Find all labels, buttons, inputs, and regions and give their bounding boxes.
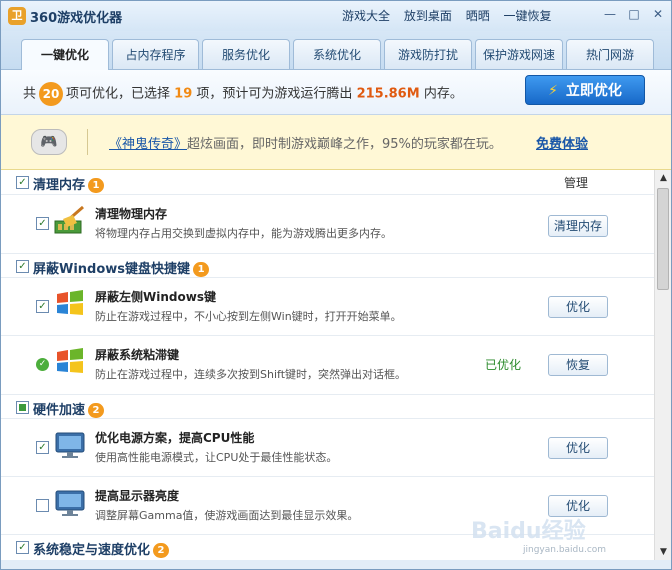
ad-text: 《神鬼传奇》超炫画面，即时制游戏巅峰之作，95%的玩家都在玩。	[109, 133, 502, 152]
section-title: 清理内存	[33, 178, 86, 193]
section-block-windows-keys: ✓ 屏蔽Windows键盘快捷键 1	[1, 253, 654, 278]
section-title: 屏蔽Windows键盘快捷键	[33, 262, 191, 277]
total-count-badge: 20	[39, 82, 64, 106]
monitor-icon	[55, 490, 85, 516]
summary-mid2: 项，预计可为游戏运行腾出	[196, 86, 353, 102]
item-title: 优化电源方案，提高CPU性能	[95, 431, 255, 445]
section-count-badge: 2	[153, 543, 170, 558]
main-window: 卫 360游戏优化器 游戏大全 放到桌面 晒晒 一键恢复 — □ ✕ 一键优化 …	[0, 0, 672, 570]
summary-suffix: 内存。	[423, 86, 463, 102]
ad-divider	[87, 129, 88, 155]
item-title: 屏蔽系统粘滞键	[95, 348, 180, 362]
link-share[interactable]: 晒晒	[466, 7, 490, 24]
section-count-badge: 1	[193, 262, 210, 277]
manage-header: 管理	[564, 176, 589, 190]
item-title: 清理物理内存	[95, 207, 168, 221]
app-title: 360游戏优化器	[30, 11, 123, 26]
item-description: 防止在游戏过程中，连续多次按到Shift键时，突然弹出对话框。	[95, 368, 407, 381]
link-game-list[interactable]: 游戏大全	[342, 7, 390, 24]
top-links: 游戏大全 放到桌面 晒晒 一键恢复	[342, 7, 562, 24]
ad-game-link[interactable]: 《神鬼传奇》	[109, 137, 187, 152]
item-checkbox[interactable]: ✓	[36, 441, 49, 454]
section-checkbox[interactable]: ✓	[16, 176, 29, 189]
section-hardware-acceleration: 硬件加速 2	[1, 394, 654, 419]
optimize-button[interactable]: 优化	[548, 296, 608, 318]
tab-protect-network[interactable]: 保护游戏网速	[475, 39, 563, 69]
watermark-url: jingyan.baidu.com	[523, 545, 607, 555]
tab-one-click-optimize[interactable]: 一键优化	[21, 39, 109, 70]
list-item: ✓ 优化电源方案，提高CPU性能 使用高性能电源模式，让CPU处于最佳性能状态。…	[1, 418, 654, 477]
windows-logo-icon	[57, 290, 83, 315]
section-title: 硬件加速	[33, 403, 86, 418]
clean-memory-button[interactable]: 清理内存	[548, 215, 608, 237]
tab-no-disturb[interactable]: 游戏防打扰	[384, 39, 472, 69]
section-checkbox[interactable]: ✓	[16, 541, 29, 554]
item-checkbox[interactable]: ✓	[36, 300, 49, 313]
summary-prefix: 共	[23, 86, 37, 102]
summary-mid1: 项可优化，已选择	[66, 86, 171, 102]
section-checkbox[interactable]	[16, 401, 29, 414]
section-count-badge: 2	[88, 403, 105, 418]
optimize-now-button[interactable]: ⚡ 立即优化	[525, 75, 645, 105]
optimize-list: ✓ 清理内存 1 管理 ✓ 清理物理内存 将物理内存占用交换到虚拟内存中，能为游戏…	[1, 170, 654, 560]
app-logo-icon: 卫	[8, 7, 26, 25]
optimize-button[interactable]: 优化	[548, 437, 608, 459]
free-trial-link[interactable]: 免费体验	[536, 133, 588, 152]
link-one-click-restore[interactable]: 一键恢复	[504, 7, 552, 24]
section-title: 系统稳定与速度优化	[33, 543, 151, 558]
monitor-icon	[55, 432, 85, 458]
scroll-up-arrow-icon[interactable]: ▲	[655, 170, 671, 186]
maximize-button[interactable]: □	[623, 5, 645, 23]
item-title: 提高显示器亮度	[95, 489, 180, 503]
restore-button[interactable]: 恢复	[548, 354, 608, 376]
list-item: ✓ 清理物理内存 将物理内存占用交换到虚拟内存中，能为游戏腾出更多内存。 清理内…	[1, 194, 654, 253]
scroll-thumb[interactable]	[657, 188, 669, 290]
tab-bar: 一键优化 占内存程序 服务优化 系统优化 游戏防打扰 保护游戏网速 热门网游	[1, 31, 671, 70]
lightning-icon: ⚡	[548, 83, 558, 99]
close-button[interactable]: ✕	[647, 5, 669, 23]
section-count-badge: 1	[88, 178, 105, 193]
item-description: 将物理内存占用交换到虚拟内存中，能为游戏腾出更多内存。	[95, 227, 392, 240]
item-title: 屏蔽左侧Windows键	[95, 290, 216, 304]
link-put-on-desktop[interactable]: 放到桌面	[404, 7, 452, 24]
item-description: 防止在游戏过程中，不小心按到左侧Win键时，打开开始菜单。	[95, 310, 402, 323]
item-description: 调整屏幕Gamma值，使游戏画面达到最佳显示效果。	[95, 509, 359, 522]
ad-banner: 🎮 《神鬼传奇》超炫画面，即时制游戏巅峰之作，95%的玩家都在玩。 免费体验	[1, 115, 671, 170]
tab-memory-programs[interactable]: 占内存程序	[112, 39, 199, 69]
selected-count: 19	[174, 86, 193, 102]
item-checkbox[interactable]	[36, 499, 49, 512]
ad-description: 超炫画面，即时制游戏巅峰之作，95%的玩家都在玩。	[187, 137, 502, 152]
summary-text: 共 20 项可优化，已选择 19 项，预计可为游戏运行腾出 215.86M 内存。	[23, 82, 463, 106]
tab-system-optimize[interactable]: 系统优化	[293, 39, 381, 69]
list-item: ✓ 屏蔽系统粘滞键 防止在游戏过程中，连续多次按到Shift键时，突然弹出对话框…	[1, 335, 654, 394]
minimize-button[interactable]: —	[599, 5, 621, 23]
item-checkbox[interactable]: ✓	[36, 217, 49, 230]
tab-hot-games[interactable]: 热门网游	[566, 39, 654, 69]
memory-amount: 215.86M	[356, 86, 420, 102]
watermark-logo: Baidu经验	[471, 519, 586, 544]
memory-broom-icon	[54, 205, 84, 234]
optimized-status: 已优化	[485, 358, 522, 372]
list-item: ✓ 屏蔽左侧Windows键 防止在游戏过程中，不小心按到左侧Win键时，打开开…	[1, 277, 654, 336]
footer-bar	[1, 560, 671, 569]
section-checkbox[interactable]: ✓	[16, 260, 29, 273]
optimized-check-icon: ✓	[36, 358, 49, 371]
scroll-down-arrow-icon[interactable]: ▼	[655, 544, 671, 560]
windows-logo-icon	[57, 348, 83, 373]
gamepad-icon: 🎮	[31, 129, 67, 155]
vertical-scrollbar[interactable]: ▲ ▼	[654, 170, 671, 560]
tab-service-optimize[interactable]: 服务优化	[202, 39, 290, 69]
item-description: 使用高性能电源模式，让CPU处于最佳性能状态。	[95, 451, 338, 464]
title-bar: 卫 360游戏优化器 游戏大全 放到桌面 晒晒 一键恢复 — □ ✕	[1, 1, 671, 31]
section-clean-memory: ✓ 清理内存 1 管理	[1, 170, 654, 194]
optimize-now-label: 立即优化	[565, 83, 622, 99]
